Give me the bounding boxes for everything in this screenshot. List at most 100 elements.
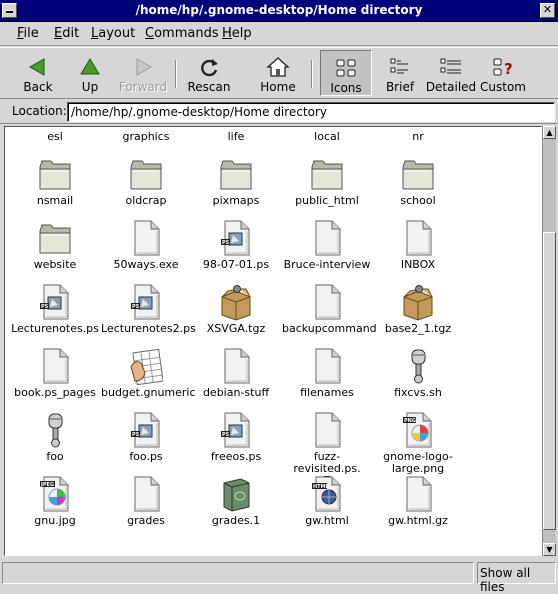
menu-layout[interactable]: Layout (91, 26, 135, 41)
file-item[interactable]: base2_1.tgz (373, 281, 463, 341)
file-item[interactable]: JPEG gnu.jpg (10, 473, 100, 533)
menu-help[interactable]: Help (222, 26, 252, 41)
file-item[interactable]: PS freeos.ps (191, 409, 281, 469)
show-all-files-toggle[interactable]: Show all files (477, 562, 556, 594)
document-icon (401, 219, 435, 257)
file-item[interactable]: filenames (282, 345, 372, 405)
png-image-icon: PNG (401, 411, 435, 449)
scroll-up-arrow-icon[interactable]: ▲ (543, 126, 556, 139)
custom-view-button[interactable]: ? Custom (477, 50, 529, 96)
toolbar-separator (175, 60, 177, 88)
svg-text:?: ? (504, 60, 513, 78)
file-item[interactable]: website (10, 217, 100, 277)
up-button[interactable]: Up (64, 50, 116, 96)
folder-icon (38, 127, 72, 129)
file-item[interactable]: PS Lecturenotes.ps (10, 281, 100, 341)
file-name: base2_1.tgz (384, 322, 452, 335)
file-item[interactable]: 50ways.exe (101, 217, 191, 277)
jpeg-image-icon: JPEG (38, 475, 72, 513)
folder-icon (38, 219, 72, 257)
menu-edit[interactable]: Edit (54, 26, 79, 41)
svg-text:PS: PS (132, 432, 140, 438)
file-item[interactable]: XSVGA.tgz (191, 281, 281, 341)
postscript-icon: PS (219, 219, 253, 257)
menu-file[interactable]: File (17, 26, 39, 41)
rescan-button[interactable]: Rescan (183, 50, 235, 96)
scroll-down-arrow-icon[interactable]: ▼ (543, 543, 556, 556)
file-item[interactable]: backupcommand (282, 281, 377, 341)
file-item[interactable]: graphics (101, 127, 191, 149)
forward-button[interactable]: Forward (116, 50, 170, 96)
vertical-scrollbar[interactable]: ▲ ▼ (542, 126, 556, 556)
svg-text:PS: PS (41, 304, 49, 310)
menu-commands[interactable]: Commands (145, 26, 219, 41)
detailed-view-button[interactable]: Detailed (425, 50, 477, 96)
file-item[interactable]: PS 98-07-01.ps (191, 217, 281, 277)
scroll-thumb[interactable] (543, 232, 556, 530)
file-name: Bruce-interview (283, 258, 371, 271)
document-icon (219, 347, 253, 385)
postscript-icon: PS (38, 283, 72, 321)
file-name: nsmail (36, 194, 74, 207)
file-name: budget.gnumeric (101, 386, 196, 399)
file-item[interactable]: INBOX (373, 217, 463, 277)
brief-view-button[interactable]: Brief (374, 50, 426, 96)
location-label: Location: (12, 104, 67, 118)
detailed-list-icon (439, 56, 463, 78)
custom-view-icon: ? (491, 56, 515, 78)
file-item[interactable]: life (191, 127, 281, 149)
window-titlebar[interactable]: /home/hp/.gnome-desktop/Home directory ✕ (0, 0, 558, 22)
location-bar: Location: (0, 100, 558, 124)
folder-icon (129, 127, 163, 129)
file-item[interactable]: fixcvs.sh (373, 345, 463, 405)
tarball-box-icon (219, 283, 253, 321)
document-icon (310, 219, 344, 257)
folder-icon (401, 155, 435, 193)
file-item[interactable]: debian-stuff (191, 345, 281, 405)
file-item[interactable]: book.ps_pages (10, 345, 100, 405)
file-name: backupcommand (282, 322, 377, 335)
file-item[interactable]: PS Lecturenotes2.ps (101, 281, 196, 341)
refresh-icon (197, 56, 221, 78)
house-icon (266, 56, 290, 78)
file-item[interactable]: PS foo.ps (101, 409, 191, 469)
file-item[interactable]: nsmail (10, 153, 100, 213)
file-item[interactable]: gw.html.gz (373, 473, 463, 533)
home-button[interactable]: Home (252, 50, 304, 96)
file-item[interactable]: nr (373, 127, 463, 149)
file-item[interactable]: oldcrap (101, 153, 191, 213)
location-input[interactable] (67, 102, 555, 122)
toolbar-separator (311, 60, 313, 88)
folder-icon (310, 127, 344, 129)
file-item[interactable]: school (373, 153, 463, 213)
file-item[interactable]: PNG gnome-logo- large.png (373, 409, 463, 475)
file-item[interactable]: local (282, 127, 372, 149)
file-item[interactable]: fuzz-revisited.ps. Z (282, 409, 372, 487)
file-item[interactable]: grades (101, 473, 191, 533)
file-item[interactable]: public_html (282, 153, 372, 213)
icons-grid-icon (334, 57, 358, 79)
file-item[interactable]: Bruce-interview (282, 217, 372, 277)
close-icon[interactable]: ✕ (540, 3, 555, 18)
file-name: 98-07-01.ps (202, 258, 270, 271)
file-item[interactable]: foo (10, 409, 100, 469)
tarball-box-icon (401, 283, 435, 321)
file-icon-view[interactable]: esl graphics life local nr nsmail oldcrap pixma… (4, 126, 542, 556)
file-item[interactable]: budget.gnumeric (101, 345, 196, 405)
file-name: book.ps_pages (14, 386, 96, 399)
file-item[interactable]: pixmaps (191, 153, 281, 213)
file-item[interactable]: esl (10, 127, 100, 149)
status-text (2, 562, 474, 584)
file-name: gnome-logo- large.png (383, 450, 453, 475)
postscript-icon: PS (129, 283, 163, 321)
icons-view-button[interactable]: Icons (320, 50, 372, 96)
document-icon (401, 475, 435, 513)
file-name: nr (412, 130, 424, 143)
green-book-icon (219, 475, 253, 513)
file-name: gw.html.gz (388, 514, 448, 527)
file-item[interactable]: HTML gw.html (282, 473, 372, 533)
svg-text:PS: PS (132, 304, 140, 310)
file-item[interactable]: grades.1 (191, 473, 281, 533)
back-button[interactable]: Back (12, 50, 64, 96)
folder-icon (38, 155, 72, 193)
